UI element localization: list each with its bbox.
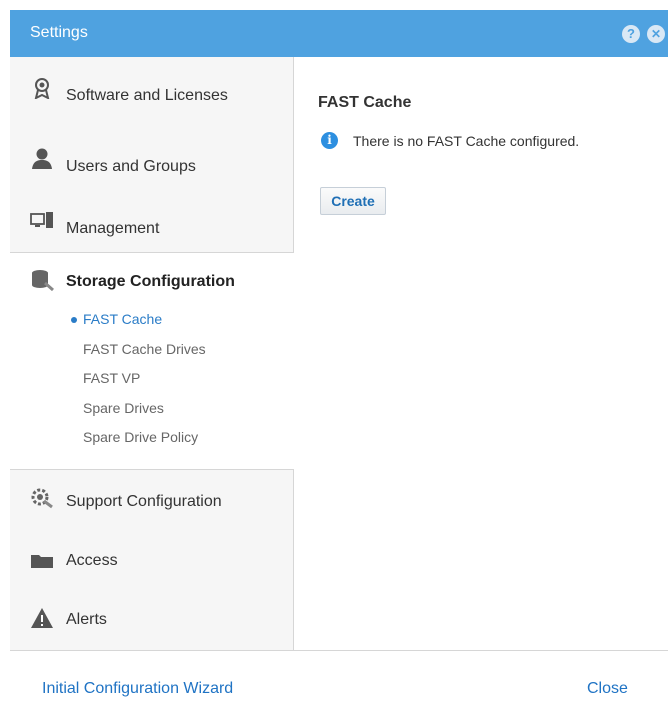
sidebar-item-management[interactable]: Management [10, 190, 293, 252]
subitem-spare-drive-policy[interactable]: Spare Drive Policy [83, 429, 198, 445]
user-icon [32, 148, 52, 169]
dialog-title: Settings [30, 24, 88, 41]
computer-server-icon [30, 212, 53, 228]
sidebar-item-alerts[interactable]: Alerts [10, 587, 293, 649]
storage-configuration-section: Storage Configuration FAST Cache FAST Ca… [10, 252, 294, 470]
sidebar-item-label: Management [66, 220, 160, 237]
sidebar-item-support-configuration[interactable]: Support Configuration [10, 469, 293, 531]
active-bullet [71, 317, 77, 323]
subitem-fast-cache-drives[interactable]: FAST Cache Drives [83, 341, 206, 357]
folder-icon [31, 555, 53, 568]
info-message: There is no FAST Cache configured. [353, 133, 580, 149]
close-icon[interactable]: ✕ [647, 25, 665, 43]
create-button[interactable]: Create [320, 187, 386, 215]
sidebar-item-software-and-licenses[interactable]: Software and Licenses [10, 57, 293, 119]
content-title: FAST Cache [318, 94, 412, 111]
sidebar-item-storage-configuration[interactable]: Storage Configuration [66, 273, 235, 291]
info-icon: i [321, 132, 338, 149]
award-ribbon-icon [34, 78, 50, 99]
sidebar-item-label: Software and Licenses [66, 87, 228, 104]
storage-wrench-icon [32, 270, 54, 291]
settings-sidebar: Software and Licenses Users and Groups M… [10, 57, 294, 650]
dialog-footer: Initial Configuration Wizard Close [10, 650, 668, 720]
content-panel: FAST Cache i There is no FAST Cache conf… [294, 57, 668, 650]
sidebar-item-access[interactable]: Access [10, 531, 293, 593]
subitem-fast-cache[interactable]: FAST Cache [83, 311, 162, 327]
close-link[interactable]: Close [587, 680, 628, 698]
initial-configuration-wizard-link[interactable]: Initial Configuration Wizard [42, 680, 233, 698]
support-gear-icon [31, 488, 53, 509]
subitem-spare-drives[interactable]: Spare Drives [83, 400, 164, 416]
help-icon[interactable]: ? [622, 25, 640, 43]
warning-icon [31, 608, 53, 628]
subitem-fast-vp[interactable]: FAST VP [83, 370, 140, 386]
settings-dialog: Settings ? ✕ Software and Licenses Users… [10, 10, 668, 720]
title-bar: Settings ? ✕ [10, 10, 668, 57]
sidebar-item-label: Alerts [66, 611, 107, 628]
sidebar-item-label: Support Configuration [66, 493, 222, 510]
sidebar-item-users-and-groups[interactable]: Users and Groups [10, 127, 293, 189]
sidebar-item-label: Access [66, 552, 118, 569]
sidebar-item-label: Users and Groups [66, 158, 196, 175]
